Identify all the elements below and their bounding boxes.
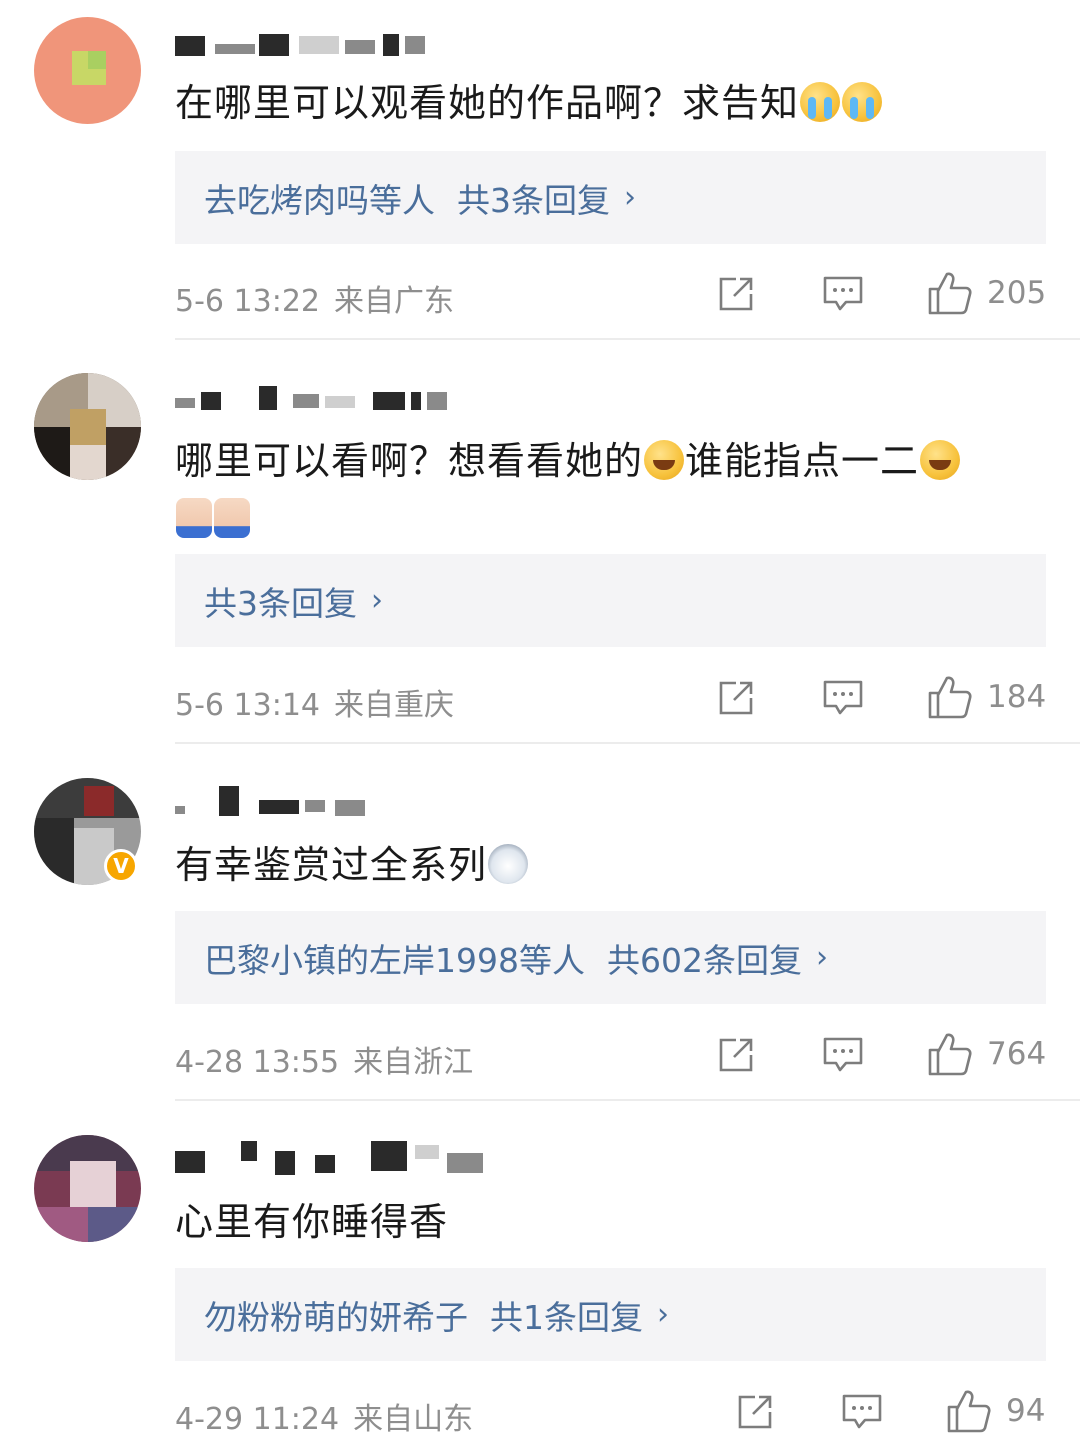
reply-count[interactable]: 共3条回复 <box>204 577 357 625</box>
location: 来自重庆 <box>334 688 454 723</box>
reply-preview[interactable]: 巴黎小镇的左岸1998等人 共602条回复 › <box>175 911 1046 1004</box>
comment-meta: 4-29 11:24 来自山东 <box>175 1394 473 1438</box>
comment-item: 在哪里可以观看她的作品啊？求告知 去吃烤肉吗等人 共3条回复 › 5-6 13:… <box>0 0 1080 340</box>
location: 来自广东 <box>334 284 454 319</box>
comment-icon <box>823 680 863 715</box>
location: 来自浙江 <box>353 1045 474 1080</box>
share-button[interactable] <box>716 274 756 314</box>
crying-face-icon <box>800 82 841 122</box>
location: 来自山东 <box>353 1402 474 1437</box>
crying-face-icon <box>842 82 883 122</box>
reply-preview[interactable]: 共3条回复 › <box>175 554 1046 647</box>
timestamp: 4-28 13:55 <box>175 1045 340 1080</box>
comment-text-body: 哪里可以看啊？想看看她的 <box>175 439 644 483</box>
comment-item: 心里有你睡得香 勿粉粉萌的妍希子 共1条回复 › 4-29 11:24 来自山东 … <box>0 1101 1080 1454</box>
verified-badge: V <box>104 849 138 883</box>
reply-author[interactable]: 勿粉粉萌的妍希子 <box>204 1291 468 1339</box>
praying-hands-icon <box>214 498 250 538</box>
comment-meta: 4-28 13:55 来自浙江 <box>175 1037 473 1081</box>
share-button[interactable] <box>716 678 756 718</box>
like-count: 764 <box>987 1036 1047 1072</box>
share-icon <box>738 1395 772 1429</box>
like-count: 94 <box>1006 1393 1046 1429</box>
husky-face-icon <box>488 844 529 884</box>
avatar[interactable] <box>34 17 141 124</box>
comment-item: 哪里可以看啊？想看看她的 谁能指点一二 共3条回复 › 5-6 13:14 来自重庆… <box>0 340 1080 744</box>
like-button[interactable]: 764 <box>927 1031 1046 1077</box>
comment-button[interactable] <box>841 1392 883 1432</box>
comment-button[interactable] <box>822 1035 864 1075</box>
laughing-face-icon <box>920 440 961 480</box>
avatar[interactable] <box>34 373 141 480</box>
thumbs-up-icon <box>928 272 972 315</box>
thumbs-up-icon <box>928 1033 972 1076</box>
avatar[interactable] <box>34 1135 141 1242</box>
timestamp: 4-29 11:24 <box>175 1402 340 1437</box>
thumbs-up-icon <box>947 1390 991 1433</box>
reply-count[interactable]: 共3条回复 <box>457 174 610 222</box>
comment-item: V 有幸鉴赏过全系列 巴黎小镇的左岸1998等人 共602条回复 › 4-28 … <box>0 744 1080 1101</box>
comment-text: 心里有你睡得香 <box>175 1193 1045 1251</box>
chevron-right-icon: › <box>371 583 383 618</box>
share-button[interactable] <box>716 1035 756 1075</box>
comment-icon <box>823 1037 863 1072</box>
chevron-right-icon: › <box>657 1297 669 1332</box>
comment-meta: 5-6 13:22 来自广东 <box>175 276 454 320</box>
username-blurred[interactable] <box>175 786 375 816</box>
reply-preview[interactable]: 勿粉粉萌的妍希子 共1条回复 › <box>175 1268 1046 1361</box>
reply-count[interactable]: 共1条回复 <box>490 1291 643 1339</box>
comment-text: 在哪里可以观看她的作品啊？求告知 <box>175 74 1045 132</box>
comment-text: 有幸鉴赏过全系列 <box>175 836 1045 894</box>
username-blurred[interactable] <box>175 1141 495 1175</box>
username-blurred[interactable] <box>175 30 435 60</box>
like-count: 205 <box>987 275 1047 311</box>
timestamp: 5-6 13:14 <box>175 688 320 723</box>
reply-author[interactable]: 去吃烤肉吗等人 <box>204 174 435 222</box>
reply-preview[interactable]: 去吃烤肉吗等人 共3条回复 › <box>175 151 1046 244</box>
laughing-face-icon <box>644 440 685 480</box>
comment-text: 哪里可以看啊？想看看她的 谁能指点一二 <box>175 432 1045 548</box>
reply-author[interactable]: 巴黎小镇的左岸1998等人 <box>204 934 585 982</box>
like-button[interactable]: 184 <box>927 674 1046 720</box>
comment-button[interactable] <box>822 274 864 314</box>
chevron-right-icon: › <box>624 180 636 215</box>
comment-button[interactable] <box>822 678 864 718</box>
comment-text-body: 有幸鉴赏过全系列 <box>175 843 488 887</box>
comment-icon <box>842 1394 882 1429</box>
comment-icon <box>823 276 863 311</box>
thumbs-up-icon <box>928 676 972 719</box>
like-button[interactable]: 205 <box>927 270 1046 316</box>
reply-count[interactable]: 共602条回复 <box>607 934 802 982</box>
like-button[interactable]: 94 <box>946 1388 1045 1434</box>
comment-meta: 5-6 13:14 来自重庆 <box>175 680 454 724</box>
chevron-right-icon: › <box>815 940 828 975</box>
share-button[interactable] <box>735 1392 775 1432</box>
comment-text-body: 在哪里可以观看她的作品啊？求告知 <box>175 81 800 125</box>
like-count: 184 <box>987 679 1047 715</box>
comment-text-tail: 谁能指点一二 <box>685 439 920 483</box>
praying-hands-icon <box>176 498 212 538</box>
share-icon <box>719 1038 753 1072</box>
timestamp: 5-6 13:22 <box>175 284 320 319</box>
share-icon <box>719 681 753 715</box>
share-icon <box>719 277 753 311</box>
username-blurred[interactable] <box>175 384 455 414</box>
comment-text-body: 心里有你睡得香 <box>175 1200 449 1244</box>
